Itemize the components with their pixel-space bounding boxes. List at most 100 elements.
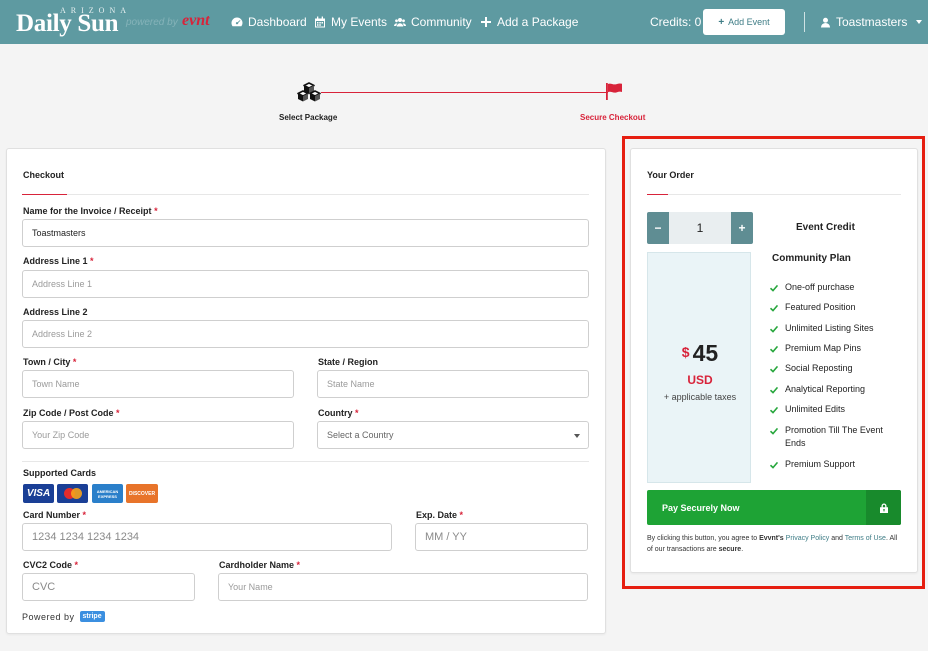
pay-securely-button[interactable]: Pay Securely Now [647,490,901,525]
order-title-accent [647,194,668,195]
check-icon [770,304,778,312]
mastercard-card-icon [57,484,88,503]
feature-label: Social Reposting [785,363,853,373]
nav-divider [804,12,805,32]
quantity-increase-button[interactable]: + [731,212,753,244]
pay-lock-button[interactable] [866,490,901,525]
feature-label: Unlimited Listing Sites [785,323,874,333]
check-icon [770,325,778,333]
check-icon [770,284,778,292]
brand-powered-text: powered by [126,17,178,28]
checkout-title-accent [22,194,67,195]
dashboard-icon [231,17,243,27]
price-amount: $45 [648,340,752,367]
powered-by-stripe: Powered by stripe [22,611,105,622]
cubes-icon[interactable] [297,82,321,102]
chevron-down-icon [574,434,580,438]
discover-card-icon: DISCOVER [126,484,158,503]
nav-my-events-label: My Events [331,15,388,29]
payment-divider [22,461,589,462]
cardholder-name-input[interactable] [218,573,588,601]
address-line-1-input[interactable] [22,270,589,298]
country-select[interactable]: Select a Country [317,421,589,449]
cardholder-name-label: Cardholder Name * [219,560,301,570]
check-icon [770,461,778,469]
quantity-input[interactable] [669,212,731,244]
price-currency: USD [687,373,713,387]
calendar-icon [315,16,325,28]
feature-label: Premium Map Pins [785,343,862,353]
town-city-input[interactable] [22,370,294,398]
feature-label: Unlimited Edits [785,404,846,414]
feature-label: Analytical Reporting [785,384,866,394]
add-event-label: Add Event [728,17,770,27]
zip-code-label: Zip Code / Post Code * [23,408,120,418]
order-title-divider [647,194,901,195]
credits-counter: Credits: 0 [650,15,702,29]
exp-date-input[interactable] [415,523,588,551]
checkout-title-divider [22,194,589,195]
invoice-name-input[interactable] [22,219,589,247]
step-secure-checkout[interactable]: Secure Checkout [580,113,645,122]
check-icon [770,345,778,353]
flag-icon[interactable] [604,82,624,100]
terms-notice: By clicking this button, you agree to Ev… [647,535,898,553]
users-icon [394,18,406,27]
cvc-code-input[interactable] [22,573,195,601]
feature-label: Promotion Till The Event Ends [785,425,883,448]
user-icon [820,17,831,28]
price-box: $45 USD + applicable taxes [647,252,751,483]
plus-icon [481,17,491,27]
feature-item: Social Reposting [770,362,900,375]
nav-dashboard-label: Dashboard [248,15,307,29]
step-select-package[interactable]: Select Package [279,113,337,122]
nav-community-label: Community [411,15,472,29]
user-menu[interactable]: Toastmasters [820,15,923,29]
brand-logo[interactable]: ARIZONA Daily Sun powered by evnt [16,3,226,41]
privacy-policy-link[interactable]: Privacy Policy [786,535,830,542]
nav-add-package[interactable]: Add a Package [480,15,578,29]
stepper-progress-line [321,92,608,93]
check-icon [770,386,778,394]
state-region-input[interactable] [317,370,589,398]
amex-card-icon: AMERICAN EXPRESS [92,484,123,503]
country-label: Country * [318,408,359,418]
feature-item: One-off purchase [770,281,900,294]
powered-by-label: Powered by [22,611,75,622]
card-number-input[interactable] [22,523,392,551]
nav-my-events[interactable]: My Events [314,15,387,29]
nav-dashboard[interactable]: Dashboard [231,15,307,29]
check-icon [770,427,778,435]
check-icon [770,406,778,414]
chevron-down-icon [916,20,923,24]
visa-card-icon: VISA [23,484,54,503]
address-line-2-label: Address Line 2 [23,307,88,317]
pay-securely-label: Pay Securely Now [662,502,740,513]
state-region-label: State / Region [318,357,379,367]
user-name: Toastmasters [836,15,908,29]
top-navbar: ARIZONA Daily Sun powered by evnt Dashbo… [0,0,928,44]
exp-date-label: Exp. Date * [416,510,464,520]
card-number-label: Card Number * [23,510,87,520]
address-line-2-input[interactable] [22,320,589,348]
add-event-button[interactable]: + Add Event [703,9,785,35]
feature-item: Premium Map Pins [770,342,900,355]
order-title: Your Order [647,170,694,180]
price-taxes-note: + applicable taxes [663,392,737,402]
feature-item: Unlimited Listing Sites [770,322,900,335]
quantity-decrease-button[interactable]: − [647,212,669,244]
order-item-name: Event Credit [796,222,855,233]
terms-brand: Evvnt's [759,535,784,542]
feature-item: Analytical Reporting [770,383,900,396]
check-icon [770,365,778,373]
brand-name: Daily Sun [16,10,119,37]
terms-of-use-link[interactable]: Terms of Use [845,535,886,542]
feature-item: Premium Support [770,458,900,471]
zip-code-input[interactable] [22,421,294,449]
terms-secure: secure [718,546,742,553]
plus-icon: + [718,16,725,28]
checkout-title: Checkout [23,170,65,180]
lock-icon [879,503,888,513]
nav-community[interactable]: Community [394,15,472,29]
feature-label: Featured Position [785,302,856,312]
